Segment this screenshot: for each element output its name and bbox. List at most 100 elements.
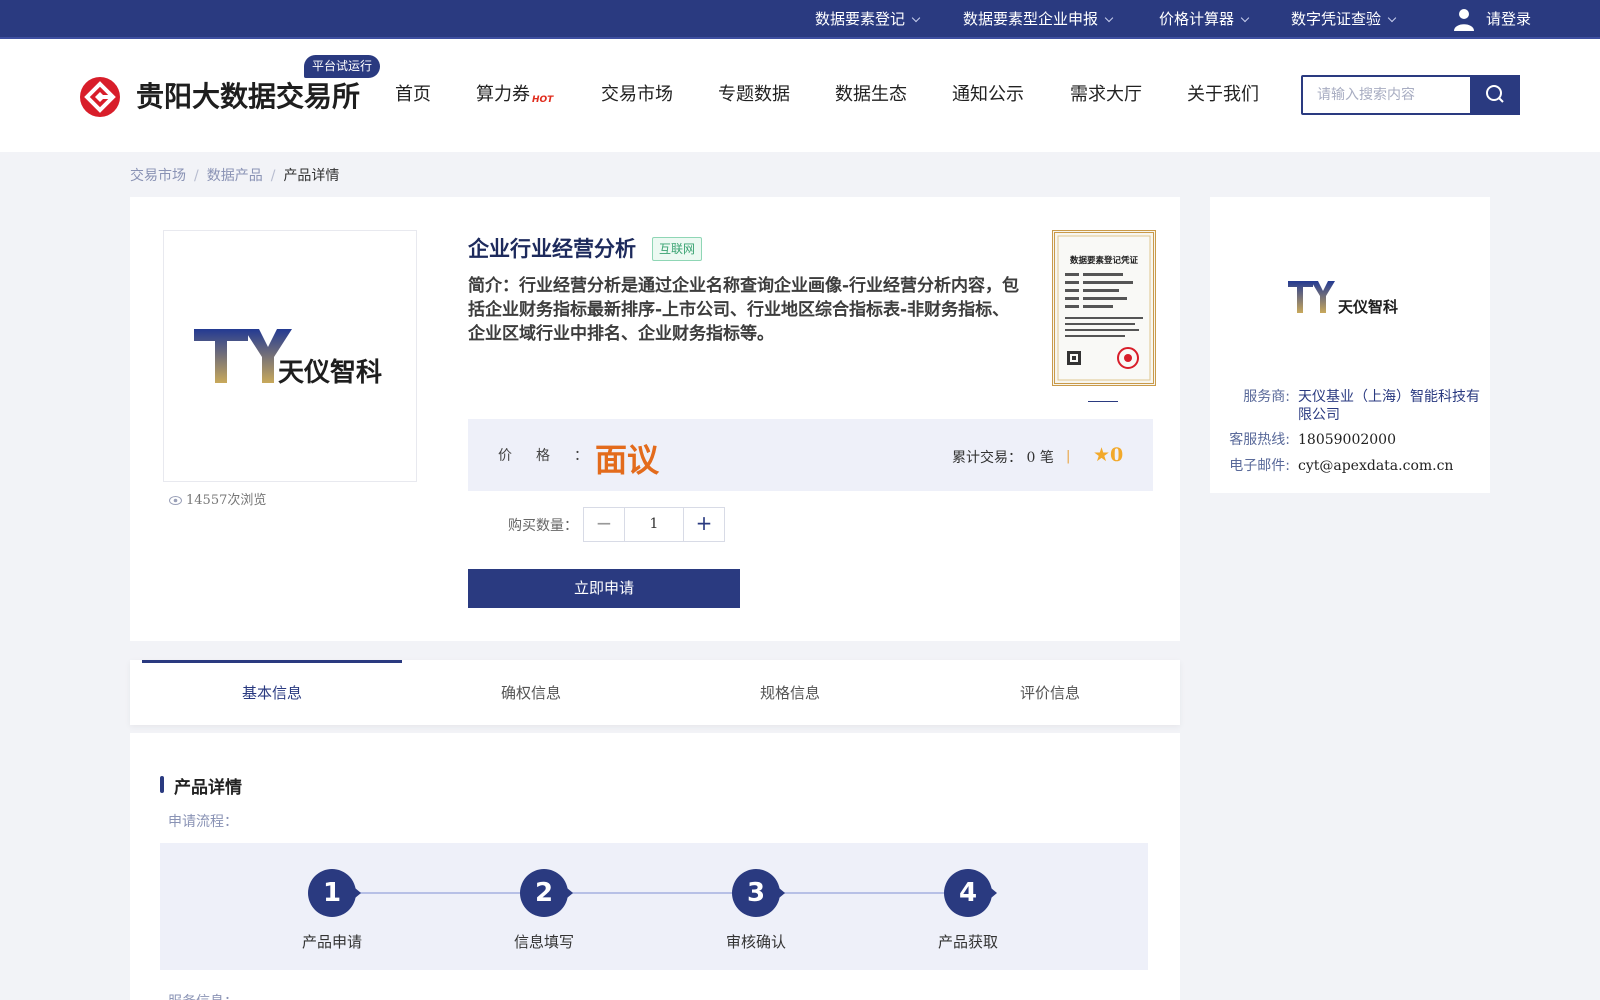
nav-label: 算力券 — [476, 84, 530, 105]
product-card: 天仪智科 14557次浏览 企业行业经营分析 互联网 简介：行业经营分析是通过企… — [130, 197, 1180, 641]
provider-logo: 天仪智科 — [1288, 281, 1398, 316]
trade-count-value: 0 — [1026, 450, 1036, 466]
hotline-value: 18059002000 — [1298, 432, 1396, 448]
breadcrumb-separator: / — [194, 168, 199, 184]
provider-email-row: 电子邮件: cyt@apexdata.com.cn — [1210, 457, 1490, 477]
section-title: 产品详情 — [160, 773, 242, 798]
search-button[interactable] — [1470, 75, 1520, 115]
nav-ecosystem[interactable]: 数据生态 — [835, 80, 907, 106]
email-label: 电子邮件: — [1229, 458, 1290, 474]
user-icon — [1454, 9, 1474, 31]
login-link[interactable]: 请登录 — [1452, 0, 1531, 39]
quantity-stepper: − 1 + — [583, 507, 725, 542]
tab-rights-info[interactable]: 确权信息 — [401, 660, 661, 725]
topnav-certificate-check[interactable]: 数字凭证查验 — [1291, 0, 1397, 39]
step-number: 2 — [520, 869, 573, 917]
nav-about[interactable]: 关于我们 — [1187, 80, 1259, 106]
application-flow: 1 产品申请 2 信息填写 3 审核确认 4 产品获取 — [160, 843, 1148, 970]
nav-market[interactable]: 交易市场 — [601, 80, 673, 106]
price-box: 价格： 面议 累计交易： 0 笔 | ★0 — [468, 419, 1153, 491]
flow-step: 1 产品申请 — [272, 869, 392, 952]
nav-notices[interactable]: 通知公示 — [952, 80, 1024, 106]
nav-compute-voucher[interactable]: 算力券 HOT — [476, 80, 553, 106]
flow-step: 2 信息填写 — [484, 869, 604, 952]
nav-topic-data[interactable]: 专题数据 — [718, 80, 790, 106]
increase-button[interactable]: + — [683, 508, 724, 541]
logo-icon[interactable] — [79, 76, 121, 118]
breadcrumb-separator: / — [270, 168, 276, 184]
topnav-label: 数据要素登记 — [815, 10, 906, 28]
trade-label: 累计交易： — [952, 450, 1022, 466]
login-label: 请登录 — [1486, 10, 1532, 28]
tab-basic-info[interactable]: 基本信息 — [142, 660, 402, 725]
divider: | — [1066, 449, 1071, 464]
beta-badge: 平台试运行 — [304, 55, 381, 78]
trade-count: 累计交易： 0 笔 — [952, 447, 1054, 467]
star-icon: ★ — [1093, 444, 1111, 466]
step-number: 4 — [944, 869, 997, 917]
tab-spec-info[interactable]: 规格信息 — [660, 660, 920, 725]
search-icon — [1486, 85, 1504, 103]
product-logo: 天仪智科 — [194, 329, 382, 388]
nav-home[interactable]: 首页 — [395, 80, 431, 106]
detail-tabs: 基本信息 确权信息 规格信息 评价信息 — [130, 660, 1180, 725]
service-provider-link[interactable]: 天仪基业（上海）智能科技有限公司 — [1298, 388, 1482, 424]
product-details-section: 产品详情 申请流程： 1 产品申请 2 信息填写 3 审核确认 4 产品获取 服… — [130, 733, 1180, 1000]
quantity-label: 购买数量： — [508, 518, 578, 534]
flow-connector — [331, 892, 967, 894]
provider-card: 天仪智科 服务商: 天仪基业（上海）智能科技有限公司 客服热线: 1805900… — [1210, 197, 1490, 493]
step-number: 3 — [732, 869, 785, 917]
quantity-input[interactable]: 1 — [625, 508, 683, 541]
flow-label: 申请流程： — [168, 814, 238, 830]
topnav-label: 数字凭证查验 — [1291, 10, 1382, 28]
product-image: 天仪智科 — [163, 230, 417, 482]
step-label: 产品申请 — [301, 933, 362, 951]
breadcrumb-current: 产品详情 — [283, 168, 340, 184]
topnav-label: 价格计算器 — [1159, 10, 1235, 28]
step-label: 产品获取 — [937, 933, 998, 951]
provider-logo-text: 天仪智科 — [1338, 298, 1398, 316]
product-title: 企业行业经营分析 — [468, 237, 636, 261]
email-value: cyt@apexdata.com.cn — [1298, 458, 1454, 474]
hotline-label: 客服热线: — [1229, 432, 1290, 448]
decrease-button[interactable]: − — [584, 508, 625, 541]
product-description: 简介：行业经营分析是通过企业名称查询企业画像-行业经营分析内容，包括企业财务指标… — [468, 276, 1020, 344]
search-box — [1301, 75, 1520, 115]
top-utility-bar: 数据要素登记 数据要素型企业申报 价格计算器 数字凭证查验 请登录 — [0, 0, 1600, 39]
provider-hotline-row: 客服热线: 18059002000 — [1210, 431, 1490, 451]
service-info-label: 服务信息： — [168, 991, 238, 1000]
site-title[interactable]: 贵阳大数据交易所 — [136, 75, 360, 115]
chevron-down-icon — [1240, 13, 1250, 23]
apply-now-button[interactable]: 立即申请 — [468, 569, 740, 608]
step-label: 审核确认 — [725, 933, 786, 951]
search-input[interactable] — [1303, 77, 1471, 113]
topnav-label: 数据要素型企业申报 — [963, 10, 1099, 28]
view-count-text: 14557次浏览 — [186, 493, 267, 508]
breadcrumb-data-products[interactable]: 数据产品 — [207, 168, 263, 184]
registration-certificate[interactable]: 数据要素登记凭证 — [1052, 230, 1156, 386]
topnav-data-registration[interactable]: 数据要素登记 — [815, 0, 921, 39]
rating: ★0 — [1093, 444, 1123, 466]
chevron-down-icon — [911, 13, 921, 23]
step-label: 信息填写 — [513, 933, 574, 951]
breadcrumb-market[interactable]: 交易市场 — [130, 168, 186, 184]
step-number: 1 — [308, 869, 361, 917]
provider-service-row: 服务商: 天仪基业（上海）智能科技有限公司 — [1210, 388, 1490, 428]
chevron-down-icon — [1387, 13, 1397, 23]
topnav-price-calculator[interactable]: 价格计算器 — [1159, 0, 1250, 39]
eye-icon — [169, 496, 182, 505]
topnav-enterprise-declaration[interactable]: 数据要素型企业申报 — [963, 0, 1114, 39]
trade-unit: 笔 — [1039, 450, 1054, 466]
nav-demand-hall[interactable]: 需求大厅 — [1070, 80, 1142, 106]
certificate-thumbnail: 数据要素登记凭证 — [1057, 235, 1151, 381]
certificate-title: 数据要素登记凭证 — [1070, 255, 1139, 266]
flow-step: 4 产品获取 — [908, 869, 1028, 952]
chevron-down-icon — [1104, 13, 1114, 23]
certificate-indicator — [1088, 401, 1118, 402]
tab-review-info[interactable]: 评价信息 — [920, 660, 1180, 725]
price-value: 面议 — [595, 441, 660, 479]
main-header: 贵阳大数据交易所 平台试运行 首页 算力券 HOT 交易市场 专题数据 数据生态 … — [0, 39, 1600, 152]
breadcrumb: 交易市场 / 数据产品 / 产品详情 — [130, 165, 339, 185]
flow-step: 3 审核确认 — [696, 869, 816, 952]
service-label: 服务商: — [1243, 389, 1290, 405]
